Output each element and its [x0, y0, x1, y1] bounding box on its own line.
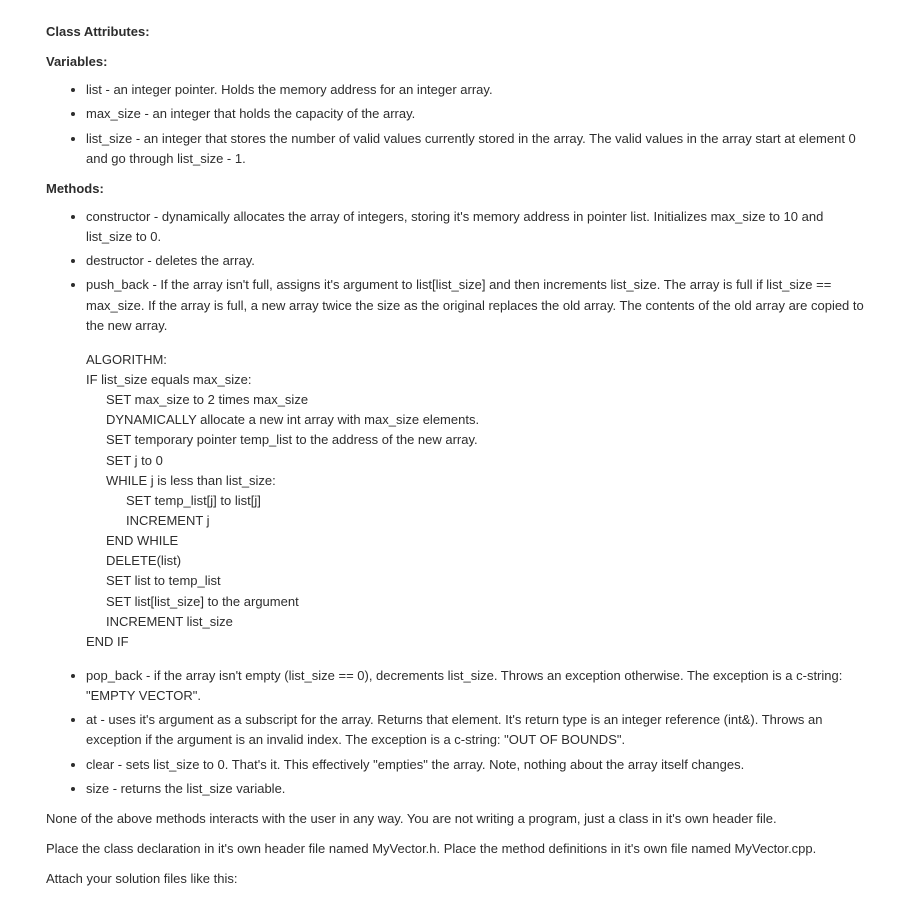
footer-paragraph-2: Place the class declaration in it's own …: [46, 839, 865, 859]
list-item: max_size - an integer that holds the cap…: [86, 104, 865, 124]
list-item: destructor - deletes the array.: [86, 251, 865, 271]
methods-list-top: constructor - dynamically allocates the …: [46, 207, 865, 652]
algorithm-line: SET max_size to 2 times max_size: [86, 390, 865, 410]
algorithm-line: SET temporary pointer temp_list to the a…: [86, 430, 865, 450]
list-item: pop_back - if the array isn't empty (lis…: [86, 666, 865, 706]
algorithm-line: END IF: [86, 632, 865, 652]
algorithm-line: DYNAMICALLY allocate a new int array wit…: [86, 410, 865, 430]
algorithm-line: IF list_size equals max_size:: [86, 370, 865, 390]
algorithm-line: SET list[list_size] to the argument: [86, 592, 865, 612]
list-item: clear - sets list_size to 0. That's it. …: [86, 755, 865, 775]
list-item: at - uses it's argument as a subscript f…: [86, 710, 865, 750]
algorithm-line: INCREMENT j: [86, 511, 865, 531]
list-item-push-back: push_back - If the array isn't full, ass…: [86, 275, 865, 652]
algorithm-line: DELETE(list): [86, 551, 865, 571]
algorithm-line: SET temp_list[j] to list[j]: [86, 491, 865, 511]
methods-list-bottom: pop_back - if the array isn't empty (lis…: [46, 666, 865, 799]
algorithm-block: ALGORITHM: IF list_size equals max_size:…: [86, 350, 865, 652]
push-back-text: push_back - If the array isn't full, ass…: [86, 277, 864, 332]
heading-methods: Methods:: [46, 179, 865, 199]
algorithm-line: SET j to 0: [86, 451, 865, 471]
heading-variables: Variables:: [46, 52, 865, 72]
footer-paragraph-3: Attach your solution files like this:: [46, 869, 865, 889]
algorithm-line: INCREMENT list_size: [86, 612, 865, 632]
algorithm-line: SET list to temp_list: [86, 571, 865, 591]
list-item: size - returns the list_size variable.: [86, 779, 865, 799]
list-item: list - an integer pointer. Holds the mem…: [86, 80, 865, 100]
heading-class-attributes: Class Attributes:: [46, 22, 865, 42]
list-item: constructor - dynamically allocates the …: [86, 207, 865, 247]
algorithm-line: WHILE j is less than list_size:: [86, 471, 865, 491]
algorithm-line: END WHILE: [86, 531, 865, 551]
footer-paragraph-1: None of the above methods interacts with…: [46, 809, 865, 829]
variables-list: list - an integer pointer. Holds the mem…: [46, 80, 865, 169]
list-item: list_size - an integer that stores the n…: [86, 129, 865, 169]
algorithm-label: ALGORITHM:: [86, 350, 865, 370]
